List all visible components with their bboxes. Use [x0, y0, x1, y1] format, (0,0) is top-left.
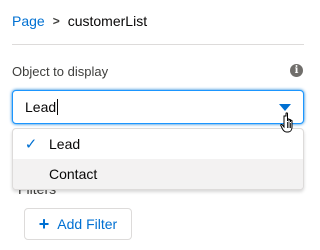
dropdown-arrow-icon[interactable]	[279, 104, 291, 111]
object-combobox[interactable]: Lead	[12, 90, 304, 124]
text-caret	[57, 99, 59, 115]
option-label: Lead	[49, 136, 81, 152]
object-field-label: Object to display	[12, 64, 109, 79]
plus-icon: +	[38, 214, 50, 234]
add-filter-button[interactable]: + Add Filter	[24, 208, 132, 240]
breadcrumb-separator: >	[52, 14, 60, 28]
breadcrumb-page-link[interactable]: Page	[12, 13, 45, 29]
option-contact[interactable]: Contact	[13, 159, 303, 189]
divider	[12, 44, 304, 45]
breadcrumb-current: customerList	[67, 13, 148, 29]
checkmark-icon: ✓	[24, 136, 38, 153]
add-filter-label: Add Filter	[57, 216, 118, 232]
option-label: Contact	[49, 166, 98, 182]
hand-cursor-icon	[280, 112, 293, 133]
breadcrumb: Page > customerList	[12, 13, 147, 29]
object-options-listbox: ✓ Lead Contact	[12, 128, 304, 190]
combobox-value: Lead	[25, 99, 57, 115]
option-lead[interactable]: ✓ Lead	[13, 129, 303, 159]
info-icon[interactable]: i	[290, 64, 303, 77]
